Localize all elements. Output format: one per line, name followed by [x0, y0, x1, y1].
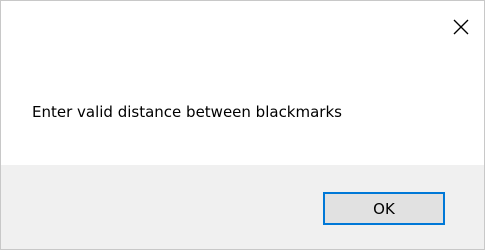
dialog-content: Enter valid distance between blackmarks [1, 53, 484, 165]
close-icon [453, 19, 469, 35]
dialog-footer: OK [1, 165, 484, 249]
ok-button[interactable]: OK [323, 192, 445, 225]
title-bar [1, 1, 484, 53]
message-dialog: Enter valid distance between blackmarks … [0, 0, 485, 250]
close-button[interactable] [438, 1, 484, 53]
dialog-message: Enter valid distance between blackmarks [32, 103, 342, 121]
